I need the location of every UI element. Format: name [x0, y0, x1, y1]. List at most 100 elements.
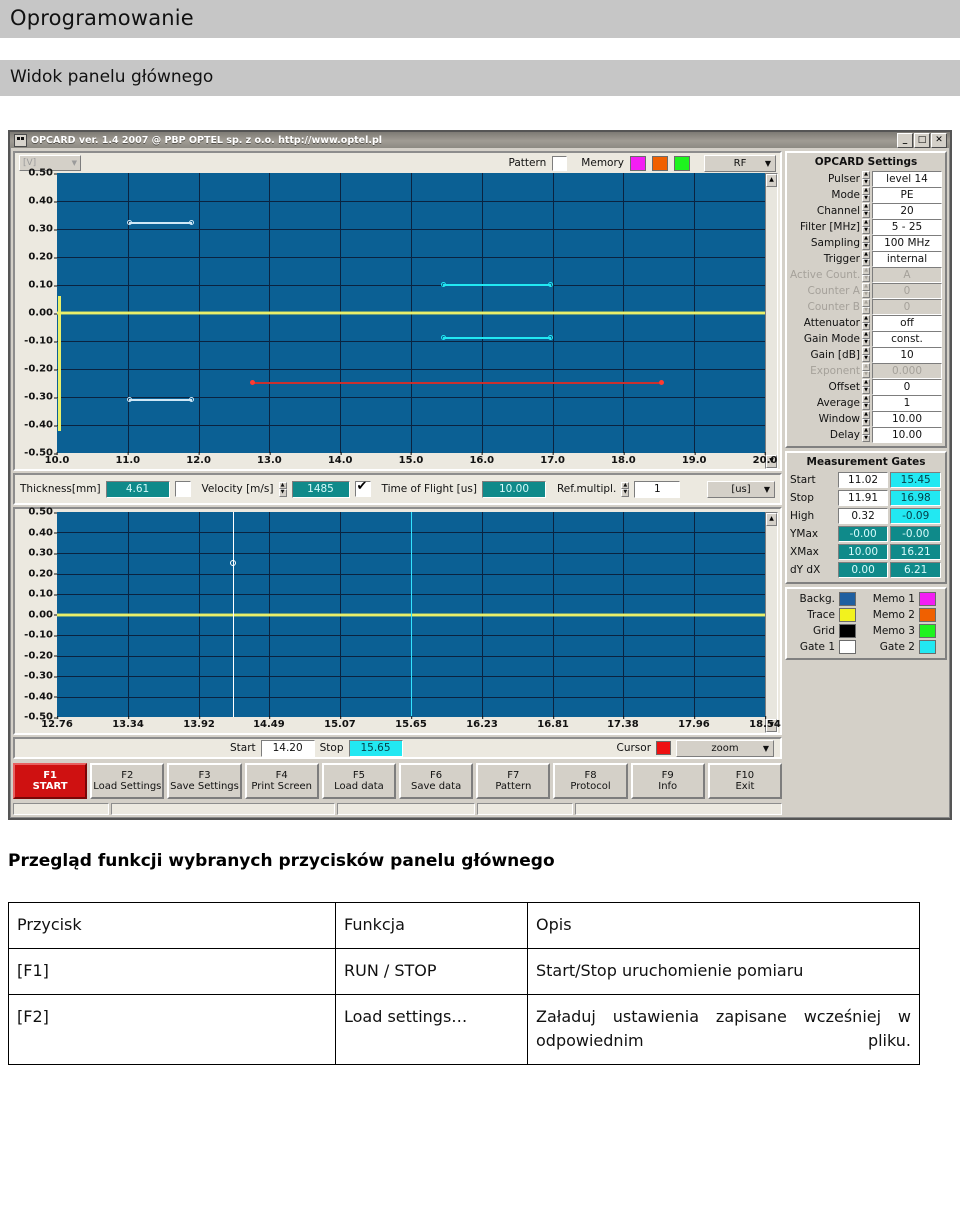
vertical-cursor[interactable]: [233, 512, 235, 717]
bottom-chart-plot[interactable]: [57, 512, 765, 717]
setting-spinner[interactable]: ▲ ▼: [862, 203, 870, 218]
setting-value[interactable]: 20: [872, 202, 942, 219]
legend-right-swatch[interactable]: [918, 624, 936, 638]
gate-marker-line[interactable]: [127, 220, 195, 226]
setting-spinner[interactable]: ▲ ▼: [862, 427, 870, 442]
cursor-marker-dot[interactable]: [230, 560, 237, 567]
fkey-button-f2[interactable]: F2 Load Settings: [90, 763, 165, 799]
setting-spinner[interactable]: ▲ ▼: [862, 379, 870, 394]
setting-value[interactable]: PE: [872, 186, 942, 203]
measure-unit-combo[interactable]: [us] ▼: [707, 480, 775, 498]
gate-value-b[interactable]: 6.21: [890, 562, 941, 578]
setting-value[interactable]: 0: [872, 378, 942, 395]
cursor-stop-value[interactable]: 15.65: [348, 739, 403, 757]
velocity-value[interactable]: 1485: [291, 480, 350, 498]
fkey-button-f10[interactable]: F10 Exit: [707, 763, 783, 799]
maximize-icon[interactable]: □: [914, 132, 930, 148]
fkey-button-f7[interactable]: F7 Pattern: [476, 763, 551, 799]
cursor-start-value[interactable]: 14.20: [260, 739, 315, 757]
setting-value[interactable]: 100 MHz: [872, 234, 942, 251]
scroll-up-icon[interactable]: ▲: [766, 513, 777, 526]
velocity-checkbox[interactable]: [354, 479, 371, 497]
gate-handle-left[interactable]: [127, 220, 133, 226]
legend-left-swatch[interactable]: [839, 640, 856, 654]
legend-right-swatch[interactable]: [918, 640, 936, 654]
scroll-up-icon[interactable]: ▲: [766, 174, 777, 187]
setting-spinner[interactable]: ▲ ▼: [862, 395, 870, 410]
setting-spinner[interactable]: ▲ ▼: [862, 219, 870, 234]
setting-spinner[interactable]: ▲ ▼: [862, 251, 870, 266]
setting-spinner[interactable]: ▲ ▼: [862, 331, 870, 346]
vertical-cursor[interactable]: [411, 512, 412, 717]
setting-spinner[interactable]: ▲ ▼: [862, 411, 870, 426]
legend-left-swatch[interactable]: [839, 624, 856, 638]
gate-value-a[interactable]: 11.91: [837, 490, 889, 506]
setting-value[interactable]: 10: [872, 346, 942, 363]
setting-spinner[interactable]: ▲ ▼: [862, 347, 870, 362]
ref-multiplier-spinner[interactable]: ▲ ▼: [621, 481, 630, 497]
gate-marker-line[interactable]: [440, 282, 554, 287]
legend-right-swatch[interactable]: [918, 608, 936, 622]
memory-3-swatch[interactable]: [674, 155, 690, 171]
gate-value-a[interactable]: -0.00: [837, 526, 889, 542]
signal-type-combo[interactable]: RF ▼: [704, 154, 776, 172]
top-chart-scrollbar[interactable]: ▲ ▼: [765, 173, 778, 469]
legend-left-swatch[interactable]: [839, 608, 856, 622]
fkey-button-f6[interactable]: F6 Save data: [399, 763, 474, 799]
gate-marker-line[interactable]: [127, 396, 195, 402]
gate-handle-left[interactable]: [440, 335, 446, 341]
fkey-button-f1[interactable]: F1 START: [13, 763, 88, 799]
gate-value-b[interactable]: -0.09: [890, 508, 941, 524]
gate-handle-left[interactable]: [249, 380, 255, 385]
gate-handle-right[interactable]: [659, 380, 665, 385]
top-chart-plot[interactable]: [57, 173, 765, 453]
setting-value[interactable]: const.: [872, 330, 942, 347]
gate-value-a[interactable]: 0.32: [837, 508, 889, 524]
fkey-button-f4[interactable]: F4 Print Screen: [244, 763, 319, 799]
cursor-color-swatch[interactable]: [656, 741, 672, 755]
velocity-spinner[interactable]: ▲ ▼: [278, 481, 287, 497]
settings-title: OPCARD Settings: [814, 156, 918, 168]
gate-value-b[interactable]: 16.21: [890, 544, 941, 560]
fkey-button-f9[interactable]: F9 Info: [630, 763, 705, 799]
gate-handle-left[interactable]: [440, 282, 446, 287]
bottom-chart-scrollbar[interactable]: ▲ ▼: [765, 512, 778, 733]
setting-spinner[interactable]: ▲ ▼: [862, 235, 870, 250]
thickness-checkbox[interactable]: [174, 481, 191, 497]
gate-value-b[interactable]: 15.45: [890, 472, 941, 488]
table-cell-key: [F2]: [8, 993, 336, 1066]
setting-value[interactable]: level 14: [872, 170, 942, 187]
close-icon[interactable]: ✕: [931, 132, 947, 148]
memory-2-swatch[interactable]: [652, 155, 668, 171]
ref-multiplier-value[interactable]: 1: [634, 480, 681, 498]
setting-value[interactable]: 1: [872, 394, 942, 411]
pattern-checkbox[interactable]: [552, 155, 568, 171]
gate-marker-line[interactable]: [440, 335, 554, 341]
setting-spinner[interactable]: ▲ ▼: [862, 315, 870, 330]
gate-handle-left[interactable]: [127, 396, 133, 402]
fkey-button-f3[interactable]: F3 Save Settings: [167, 763, 242, 799]
setting-spinner[interactable]: ▲ ▼: [862, 171, 870, 186]
fkey-button-f8[interactable]: F8 Protocol: [553, 763, 628, 799]
memory-1-swatch[interactable]: [630, 155, 646, 171]
setting-value[interactable]: 5 - 25: [872, 218, 942, 235]
minimize-icon[interactable]: _: [897, 132, 913, 148]
reference-line[interactable]: [249, 380, 665, 385]
setting-value[interactable]: 10.00: [872, 410, 942, 427]
gate-handle-right[interactable]: [189, 396, 195, 402]
gate-value-a[interactable]: 11.02: [837, 472, 889, 488]
fkey-button-f5[interactable]: F5 Load data: [321, 763, 397, 799]
gate-value-b[interactable]: 16.98: [890, 490, 941, 506]
legend-left-swatch[interactable]: [839, 592, 856, 606]
gate-handle-right[interactable]: [189, 220, 195, 226]
gate-row: Stop 11.91 16.98: [790, 489, 942, 507]
gate-value-a[interactable]: 10.00: [837, 544, 889, 560]
setting-value[interactable]: 10.00: [872, 426, 942, 443]
gate-value-a[interactable]: 0.00: [837, 562, 889, 578]
setting-value[interactable]: internal: [872, 250, 942, 267]
cursor-mode-combo[interactable]: zoom ▼: [676, 739, 775, 757]
gate-value-b[interactable]: -0.00: [890, 526, 941, 542]
legend-right-swatch[interactable]: [918, 592, 936, 606]
setting-value[interactable]: off: [872, 314, 942, 331]
setting-spinner[interactable]: ▲ ▼: [862, 187, 870, 202]
